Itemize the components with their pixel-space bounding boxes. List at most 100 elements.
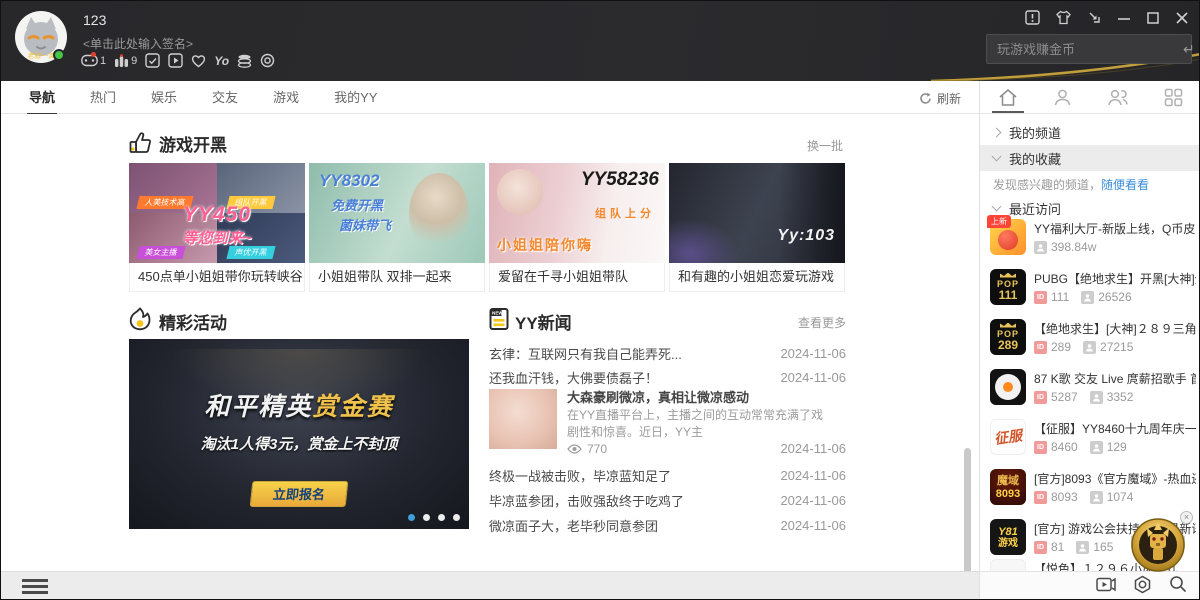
game-card-2-caption: 小姐姐带队 双排一起来	[309, 263, 485, 292]
target-icon[interactable]	[260, 53, 275, 68]
enter-key-icon[interactable]: ↵	[1183, 41, 1200, 58]
news-featured-title[interactable]: 大森豪刷微凉，真相让微凉感动	[567, 387, 749, 406]
main-menu-icon[interactable]	[22, 579, 48, 597]
profile-icon-row: 1 9 Yo	[81, 53, 275, 68]
discover-link[interactable]: 随便看看	[1101, 178, 1149, 192]
heart-icon[interactable]	[191, 54, 206, 68]
game-card-2[interactable]: YY8302 免费开黑 菌妹带飞 小姐姐带队 双排一起来	[309, 163, 485, 292]
flame-icon	[129, 307, 151, 331]
search-input[interactable]	[987, 42, 1183, 57]
carousel-dot[interactable]	[438, 514, 445, 521]
channel-stats: ID5287 3352	[1034, 390, 1133, 404]
sidebar-tab-friends[interactable]	[1043, 81, 1082, 113]
tab-daohang[interactable]: 导航	[29, 79, 55, 115]
group-label: 最近访问	[1009, 199, 1061, 218]
game-card-4-caption: 和有趣的小姐姐恋爱玩游戏	[669, 263, 845, 292]
collapse-to-tray-icon[interactable]	[1087, 10, 1102, 25]
game-card-3-caption: 爱留在千寻小姐姐带队	[489, 263, 665, 292]
carousel-dot-active[interactable]	[408, 514, 415, 521]
channel-icon-music	[990, 369, 1026, 405]
group-label: 我的频道	[1009, 123, 1061, 142]
find-channel-icon[interactable]	[1133, 575, 1152, 599]
games-count-value: 1	[100, 55, 106, 67]
game-card-1-image: 人美技术高 组队开黑 美女主播 声优开黑 YY450 等您到来~	[129, 163, 305, 263]
game-card-4[interactable]: Yy:103 和有趣的小姐姐恋爱玩游戏	[669, 163, 845, 292]
channel-id: 111	[1051, 290, 1069, 304]
maximize-icon[interactable]	[1146, 11, 1160, 25]
video-icon[interactable]	[168, 53, 183, 68]
sidebar-group-my-channels[interactable]: 我的频道	[980, 119, 1200, 145]
news-item[interactable]: 毕凉蓝参团，击败强敌终于吃鸡了 2024-11-06	[489, 488, 846, 512]
search-box: ↵	[986, 34, 1192, 64]
gifts-count[interactable]: 9	[114, 54, 137, 68]
games-refresh-link[interactable]: 换一批	[807, 137, 843, 154]
channel-icon-text: POP	[997, 329, 1019, 339]
card-overlay-text: YY58236	[581, 169, 659, 191]
new-badge: 上新	[987, 215, 1011, 228]
signature-placeholder[interactable]: <单击此处输入签名>	[83, 35, 193, 52]
channel-stats: ID8460 129	[1034, 440, 1127, 454]
carousel-dot[interactable]	[423, 514, 430, 521]
gifts-count-value: 9	[131, 55, 137, 67]
main-nav: 导航 热门 娱乐 交友 游戏 我的YY 刷新	[1, 81, 979, 114]
refresh-button[interactable]: 刷新	[919, 90, 961, 107]
chevron-right-icon	[992, 127, 1002, 137]
discover-text: 发现感兴趣的频道，	[993, 178, 1101, 192]
card-overlay-text: 等您到来~	[129, 227, 305, 248]
news-section-title: YY新闻	[515, 309, 572, 334]
channel-item[interactable]: 上新 YY福利大厅-新版上线，Q币皮肤免费领 398.84w	[980, 217, 1200, 267]
minimize-icon[interactable]	[1117, 11, 1131, 25]
sidebar-tab-groups[interactable]	[1097, 81, 1139, 113]
banner-signup-button[interactable]: 立即报名	[250, 481, 349, 507]
notification-dot	[91, 52, 96, 57]
sign-in-icon[interactable]	[145, 53, 160, 68]
news-featured-thumbnail[interactable]	[489, 389, 557, 449]
tab-jiaoyou[interactable]: 交友	[212, 79, 238, 115]
news-item-date: 2024-11-06	[780, 493, 846, 508]
grid-icon	[1164, 88, 1183, 107]
channel-item[interactable]: 87 K歌 交友 Live 庹薪招歌手 首页排行 ID5287 3352	[980, 367, 1200, 417]
channel-item[interactable]: POP 111 PUBG【绝地求生】开黑[大神]全网第一 ID111 26526	[980, 267, 1200, 317]
channel-item[interactable]: 征服 【征服】YY8460十九周年庆一起闯荡19 ID8460 129	[980, 417, 1200, 467]
news-item[interactable]: 终极一战被击败，毕凉蓝知足了 2024-11-06	[489, 463, 846, 487]
channel-icon-text: Y81	[998, 526, 1018, 538]
lion-medal-widget[interactable]: ×	[1127, 514, 1191, 578]
yo-icon[interactable]: Yo	[214, 54, 229, 68]
news-item-date: 2024-11-06	[780, 441, 846, 456]
carousel-dot[interactable]	[453, 514, 460, 521]
game-card-3[interactable]: YY58236 组队上分 小姐姐陪你嗨 爱留在千寻小姐姐带队	[489, 163, 665, 292]
search-icon[interactable]	[1169, 575, 1187, 598]
skin-theme-icon[interactable]	[1055, 10, 1072, 25]
channel-item[interactable]: 魔域 8093 [官方]8093《官方魔域》-热血还在，我 ID8093 107…	[980, 467, 1200, 517]
channel-title: YY福利大厅-新版上线，Q币皮肤免费领	[1034, 220, 1196, 237]
close-widget-icon[interactable]: ×	[1180, 511, 1193, 524]
channel-id: 8460	[1051, 440, 1078, 454]
members-icon	[1083, 341, 1096, 354]
tab-youxi[interactable]: 游戏	[273, 79, 299, 115]
tab-remen[interactable]: 热门	[90, 79, 116, 115]
coins-icon[interactable]	[237, 54, 252, 68]
news-item[interactable]: 玄律：互联网只有我自己能弄死... 2024-11-06	[489, 341, 846, 365]
banner-title-white: 和平精英	[204, 393, 312, 421]
tab-yule[interactable]: 娱乐	[151, 79, 177, 115]
message-box-icon[interactable]	[1025, 10, 1040, 25]
sidebar-tab-apps[interactable]	[1154, 81, 1193, 113]
sidebar-tabs	[979, 81, 1200, 114]
tab-myyy[interactable]: 我的YY	[334, 79, 377, 115]
close-icon[interactable]	[1175, 11, 1189, 25]
sidebar-group-my-favorites[interactable]: 我的收藏	[980, 145, 1200, 171]
channel-icon-text: 魔域	[997, 475, 1019, 488]
card-overlay-text: 小姐姐陪你嗨	[497, 235, 593, 255]
news-item-date: 2024-11-06	[780, 468, 846, 483]
channel-item[interactable]: POP 289 【绝地求生】[大神]２８９三角洲/联盟/ ID289 27215	[980, 317, 1200, 367]
news-more-link[interactable]: 查看更多	[798, 314, 846, 331]
sidebar-tab-home[interactable]	[988, 81, 1028, 113]
activity-banner[interactable]: 和平精英赏金赛 淘汰1人得3元，赏金上不封顶 立即报名	[129, 339, 469, 529]
game-card-1[interactable]: 人美技术高 组队开黑 美女主播 声优开黑 YY450 等您到来~ 450点单小姐…	[129, 163, 305, 292]
news-item[interactable]: 微凉面子大，老毕秒同意参团 2024-11-06	[489, 513, 846, 537]
video-hall-icon[interactable]	[1096, 576, 1116, 598]
window-controls	[1025, 10, 1189, 25]
games-count[interactable]: 1	[81, 54, 106, 67]
news-item[interactable]: 还我血汗钱，大佛要债磊子！ 2024-11-06	[489, 365, 846, 389]
username[interactable]: 123	[83, 12, 106, 28]
